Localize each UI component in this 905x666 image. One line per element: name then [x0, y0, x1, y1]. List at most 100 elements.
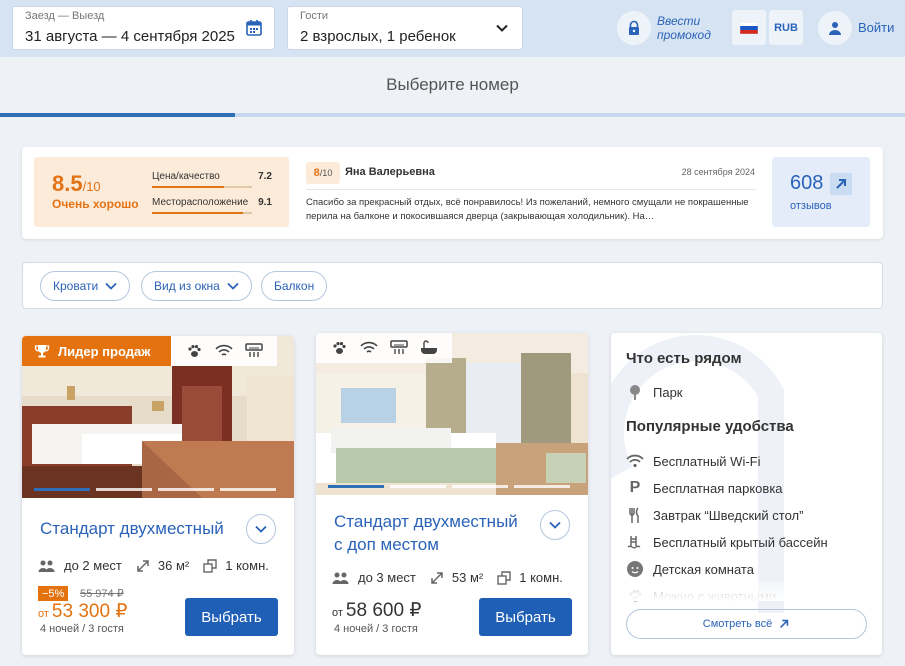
- rating-label: Очень хорошо: [52, 197, 139, 211]
- tree-icon: [626, 383, 644, 401]
- room-title-line-2: с доп местом: [334, 535, 439, 554]
- review-date: 28 сентября 2024: [681, 167, 755, 177]
- photo-pagination: [328, 485, 576, 488]
- amenity-breakfast: Завтрак “Шведский стол”: [626, 506, 803, 524]
- child-icon: [626, 560, 644, 578]
- room-capacity: до 2 мест: [64, 558, 122, 573]
- trophy-icon: [34, 345, 50, 358]
- area-icon: [431, 571, 443, 584]
- top-bar: Заезд — Выезд 31 августа — 4 сентября 20…: [0, 0, 905, 57]
- wifi-icon: [209, 344, 239, 358]
- see-all-button[interactable]: Смотреть всё: [626, 609, 867, 639]
- bathtub-icon: [414, 340, 444, 356]
- parking-icon: P: [629, 479, 641, 496]
- air-conditioner-icon: [384, 340, 414, 356]
- room-amenities: [316, 333, 452, 363]
- room-count: 1 комн.: [225, 558, 269, 573]
- paw-icon: [324, 340, 354, 356]
- expand-button[interactable]: [246, 514, 276, 544]
- wifi-icon: [354, 341, 384, 355]
- photo-dot[interactable]: [452, 485, 508, 488]
- arrow-up-right-icon: [830, 173, 852, 195]
- all-reviews-button[interactable]: 608 отзывов: [772, 157, 870, 227]
- room-card: Лидер продаж Стандарт двухместный до 2 м…: [22, 336, 294, 655]
- login-button[interactable]: Войти: [818, 10, 894, 45]
- rating-summary: 8.5/10 Очень хорошо Цена/качество 7.2 Ме…: [34, 157, 289, 227]
- room-count: 1 комн.: [519, 570, 563, 585]
- rating-score: 8.5/10: [52, 171, 101, 196]
- amenity-pool: Бесплатный крытый бассейн: [626, 533, 828, 551]
- booking-progress: [0, 113, 905, 117]
- photo-dot[interactable]: [158, 488, 214, 491]
- room-photo[interactable]: [316, 333, 588, 495]
- chevron-down-icon: [227, 282, 239, 290]
- see-all-label: Смотреть всё: [702, 618, 773, 630]
- nearby-park: Парк: [626, 383, 683, 401]
- select-room-button[interactable]: Выбрать: [479, 598, 572, 636]
- amenity-pool-label: Бесплатный крытый бассейн: [653, 534, 828, 550]
- room-specs: до 2 мест 36 м² 1 комн.: [38, 558, 283, 573]
- photo-dot[interactable]: [514, 485, 570, 488]
- room-specs: до 3 мест 53 м² 1 комн.: [332, 570, 577, 585]
- room-title-line-1: Стандарт двухместный: [334, 512, 518, 531]
- amenity-parking-label: Бесплатная парковка: [653, 480, 783, 496]
- promo-label-2: промокод: [657, 28, 711, 42]
- list-fade: [611, 581, 882, 601]
- metric-location: Месторасположение 9.1: [152, 197, 272, 214]
- photo-dot[interactable]: [220, 488, 276, 491]
- room-area: 36 м²: [157, 558, 190, 573]
- user-icon: [818, 10, 852, 45]
- room-capacity: до 3 мест: [358, 570, 416, 585]
- guests-icon: [38, 560, 55, 572]
- stay-summary: 4 ночей / 3 гостя: [40, 623, 124, 635]
- review-rating-badge: 8/10: [306, 162, 340, 184]
- rooms-icon: [497, 570, 511, 585]
- amenity-wifi-label: Бесплатный Wi-Fi: [653, 453, 761, 469]
- filters-bar: Кровати Вид из окна Балкон: [22, 262, 883, 309]
- calendar-icon: [246, 20, 262, 36]
- paw-icon: [179, 343, 209, 359]
- select-room-button[interactable]: Выбрать: [185, 598, 278, 636]
- photo-dot[interactable]: [328, 485, 384, 488]
- dates-label: Заезд — Выезд: [25, 10, 105, 22]
- filter-view-label: Вид из окна: [154, 279, 220, 293]
- guests-icon: [332, 572, 349, 584]
- cutlery-icon: [626, 506, 644, 524]
- reviews-card: 8.5/10 Очень хорошо Цена/качество 7.2 Ме…: [22, 147, 883, 239]
- amenity-breakfast-label: Завтрак “Шведский стол”: [653, 507, 804, 523]
- review-text: Спасибо за прекрасный отдых, всё понрави…: [306, 197, 749, 222]
- expand-button[interactable]: [540, 510, 570, 540]
- wifi-icon: [626, 452, 644, 470]
- photo-dot[interactable]: [390, 485, 446, 488]
- filter-beds[interactable]: Кровати: [40, 271, 131, 301]
- room-title[interactable]: Стандарт двухместный с доп местом: [334, 510, 518, 556]
- old-price: 55 974 ₽: [80, 588, 124, 600]
- air-conditioner-icon: [239, 343, 269, 359]
- nearby-title: Что есть рядом: [626, 350, 742, 367]
- price-amount: 53 300 ₽: [51, 601, 128, 622]
- photo-dot[interactable]: [96, 488, 152, 491]
- review-author: Яна Валерьевна: [345, 166, 435, 178]
- room-area: 53 м²: [451, 570, 484, 585]
- review-count: 608: [790, 172, 824, 194]
- login-label: Войти: [858, 20, 895, 35]
- room-card: Стандарт двухместный с доп местом до 3 м…: [316, 333, 588, 655]
- price-prefix: от: [38, 608, 49, 620]
- bestseller-label: Лидер продаж: [58, 343, 151, 359]
- room-title[interactable]: Стандарт двухместный: [40, 517, 224, 540]
- promo-button[interactable]: Ввести промокод: [617, 10, 711, 46]
- metric-price-quality: Цена/качество 7.2: [152, 171, 272, 188]
- amenity-wifi: Бесплатный Wi-Fi: [626, 452, 761, 470]
- page-title: Выберите номер: [0, 57, 905, 113]
- dates-field[interactable]: Заезд — Выезд 31 августа — 4 сентября 20…: [12, 6, 275, 50]
- currency-selector[interactable]: RUB: [769, 10, 803, 45]
- filter-balcony[interactable]: Балкон: [261, 271, 328, 301]
- room-photo[interactable]: Лидер продаж: [22, 336, 294, 498]
- language-selector[interactable]: [732, 10, 766, 45]
- photo-dot[interactable]: [34, 488, 90, 491]
- guests-field[interactable]: Гости 2 взрослых, 1 ребенок: [287, 6, 523, 50]
- discount-badge: −5%: [38, 586, 69, 601]
- price-prefix: от: [332, 607, 343, 619]
- filter-view[interactable]: Вид из окна: [141, 271, 252, 301]
- review-count-label: отзывов: [790, 200, 832, 212]
